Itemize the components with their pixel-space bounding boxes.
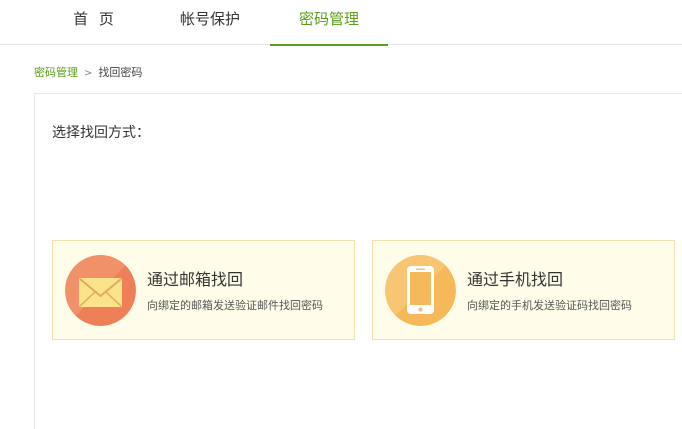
breadcrumb-password-management[interactable]: 密码管理 (34, 66, 78, 79)
email-recovery-option[interactable]: 通过邮箱找回 向绑定的邮箱发送验证邮件找回密码 (52, 240, 355, 340)
phone-recovery-option[interactable]: 通过手机找回 向绑定的手机发送验证码找回密码 (372, 240, 675, 340)
email-option-description: 向绑定的邮箱发送验证邮件找回密码 (147, 299, 323, 312)
envelope-icon (65, 255, 136, 326)
breadcrumb-current: 找回密码 (98, 66, 143, 79)
phone-option-title: 通过手机找回 (467, 270, 564, 289)
email-option-title: 通过邮箱找回 (147, 270, 244, 289)
breadcrumb: 密码管理 > 找回密码 (34, 66, 142, 81)
tab-password-management[interactable]: 密码管理 (270, 0, 388, 46)
top-navigation: 首 页 帐号保护 密码管理 (0, 0, 682, 46)
phone-option-description: 向绑定的手机发送验证码找回密码 (467, 299, 632, 312)
tab-home[interactable]: 首 页 (40, 0, 150, 45)
mobile-phone-icon (385, 255, 456, 326)
tab-account-protection[interactable]: 帐号保护 (155, 0, 265, 45)
breadcrumb-separator: > (84, 68, 93, 79)
recovery-method-prompt: 选择找回方式： (52, 125, 150, 141)
